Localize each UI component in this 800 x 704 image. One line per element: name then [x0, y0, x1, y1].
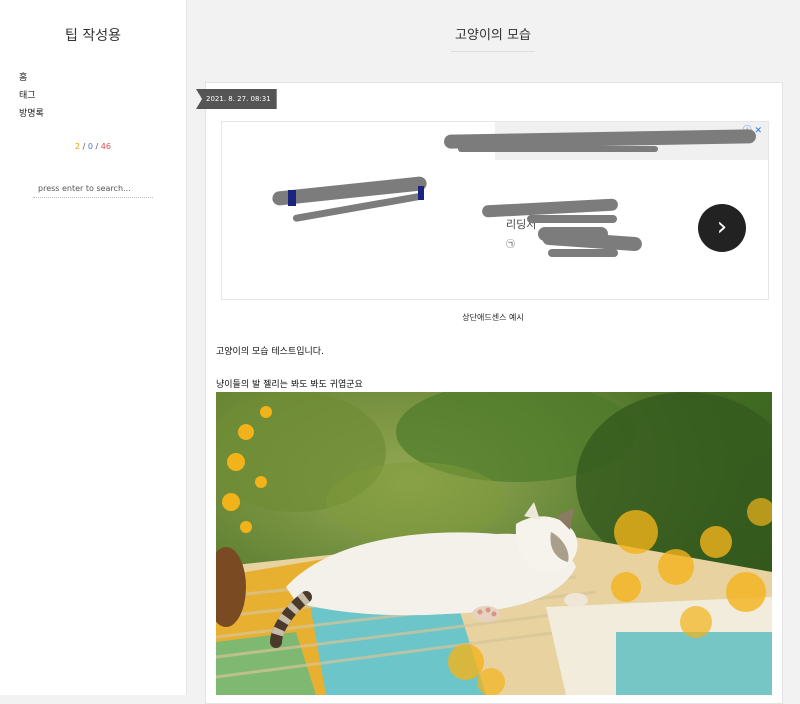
- redaction-mark: [548, 249, 618, 257]
- post-date-badge: 2021. 8. 27. 08:31: [196, 89, 277, 109]
- search-input[interactable]: [33, 179, 153, 198]
- ad-banner[interactable]: ⓘ ✕ 전무 리딩서 ㉠ ›: [221, 121, 769, 300]
- ad-next-arrow-icon[interactable]: ›: [698, 204, 746, 252]
- sidebar-nav: 홈 태그 방명록: [19, 69, 44, 123]
- redaction-mark: [458, 146, 658, 152]
- post-paragraph: 고양이의 모습 테스트입니다.: [216, 347, 324, 357]
- counter-yesterday: 0: [87, 142, 93, 151]
- ad-text-fragment: ㉠: [506, 240, 516, 250]
- nav-item-tags[interactable]: 태그: [19, 87, 44, 105]
- nav-item-guestbook[interactable]: 방명록: [19, 105, 44, 123]
- redaction-mark: [527, 215, 617, 223]
- counter-total: 46: [100, 142, 111, 151]
- page-title-wrap: 고양이의 모습: [186, 24, 800, 52]
- blog-title[interactable]: 팁 작성용: [0, 25, 186, 45]
- sidebar: 팁 작성용 홈 태그 방명록 2 / 0 / 46: [0, 0, 187, 695]
- visitor-counter: 2 / 0 / 46: [0, 142, 186, 151]
- ad-logo-fragment: [418, 186, 424, 200]
- ad-caption: 상단애드센스 예시: [462, 313, 524, 322]
- cat-photo: [216, 392, 772, 695]
- post-paragraph: 냥이들의 발 젤리는 봐도 봐도 귀엽군요: [216, 380, 363, 390]
- nav-item-home[interactable]: 홈: [19, 69, 44, 87]
- page-title: 고양이의 모습: [451, 24, 535, 52]
- counter-separator: /: [95, 142, 99, 151]
- counter-separator: /: [82, 142, 86, 151]
- counter-today: 2: [75, 142, 81, 151]
- ad-logo-fragment: [288, 190, 296, 206]
